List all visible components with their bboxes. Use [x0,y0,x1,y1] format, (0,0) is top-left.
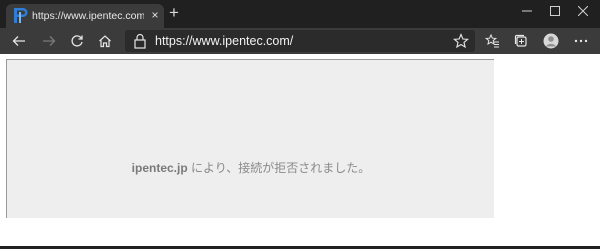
refresh-icon[interactable] [68,32,86,50]
back-arrow-icon[interactable] [10,32,28,50]
address-bar[interactable]: https://www.ipentec.com/ [125,30,475,52]
more-icon[interactable] [572,32,590,50]
url-text[interactable]: https://www.ipentec.com/ [155,34,293,48]
favorites-icon[interactable] [483,32,501,50]
new-tab-button[interactable]: + [167,4,181,21]
lock-icon[interactable] [133,33,147,49]
close-icon[interactable] [568,0,598,22]
error-text: により、接続が拒否されました。 [187,161,371,175]
error-message: ipentec.jp により、接続が拒否されました。 [7,160,495,176]
home-icon[interactable] [96,32,114,50]
tab-close-icon[interactable]: × [149,9,161,21]
error-frame: ipentec.jp により、接続が拒否されました。 [6,59,494,218]
profile-avatar-icon[interactable] [542,32,560,50]
browser-tab[interactable]: https://www.ipentec.com/open/ × [6,4,164,28]
tab-title: https://www.ipentec.com/open/ [32,10,144,22]
page-content: ipentec.jp により、接続が拒否されました。 [0,54,600,249]
maximize-icon[interactable] [540,0,570,22]
collections-icon[interactable] [512,32,530,50]
forward-arrow-icon[interactable] [40,32,58,50]
error-host: ipentec.jp [131,161,188,175]
ipentec-logo-icon [14,8,28,23]
browser-toolbar: https://www.ipentec.com/ [0,28,600,54]
browser-window: https://www.ipentec.com/open/ × + [0,0,600,249]
tab-strip: https://www.ipentec.com/open/ × + [0,0,600,28]
favorite-star-icon[interactable] [453,33,469,49]
minimize-icon[interactable] [512,0,542,22]
